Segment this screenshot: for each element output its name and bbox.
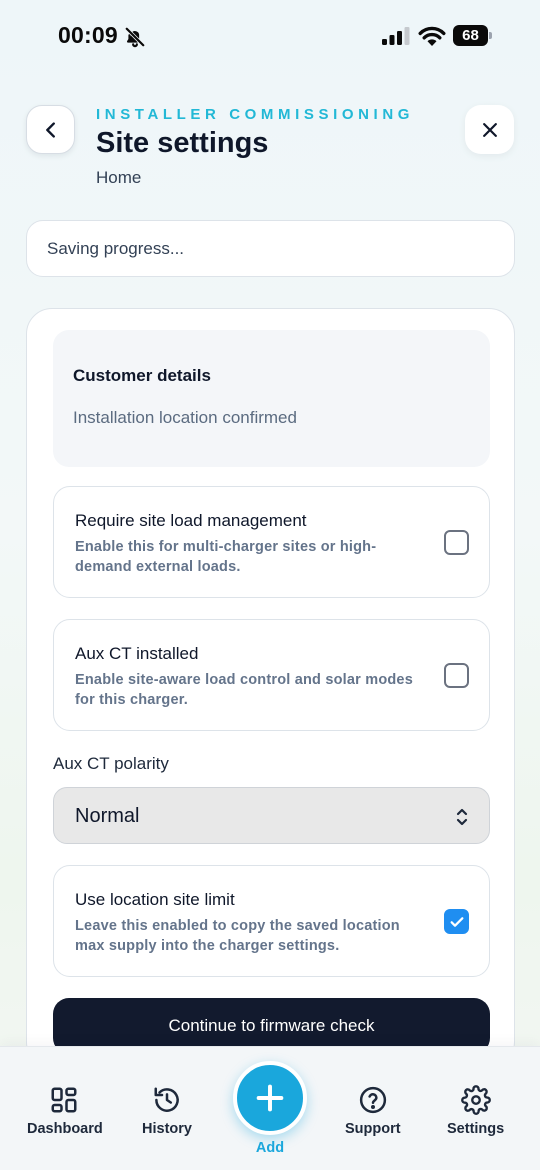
option-title: Use location site limit [75,890,235,909]
customer-details-title: Customer details [73,366,211,385]
aux-ct-polarity-select[interactable]: Normal [53,787,490,844]
settings-card: Customer details Installation location c… [26,308,515,1068]
close-icon [482,122,497,137]
battery-icon: 68 [453,25,493,46]
saving-progress-banner: Saving progress... [26,220,515,277]
add-button[interactable] [233,1061,307,1135]
option-description: Enable this for multi-charger sites or h… [75,539,377,575]
add-label[interactable]: Add [0,1140,540,1156]
chevron-left-icon [45,121,55,138]
saving-progress-text: Saving progress... [47,238,185,258]
close-button[interactable] [465,105,514,154]
gear-icon [461,1085,491,1115]
aux-ct-installed-checkbox[interactable] [444,663,469,688]
bell-off-icon [124,26,146,48]
option-title: Require site load management [75,511,307,530]
nav-label: History [142,1121,192,1137]
back-button[interactable] [26,105,75,154]
history-icon [154,1087,179,1112]
use-location-site-limit-option[interactable]: Use location site limit Leave this enabl… [53,865,490,977]
wifi-icon [418,26,446,46]
option-description: Leave this enabled to copy the saved loc… [75,918,400,954]
option-title: Aux CT installed [75,644,199,663]
option-description: Enable site-aware load control and solar… [75,672,413,708]
status-time: 00:09 [58,22,118,48]
select-value: Normal [75,805,140,827]
page-title: Site settings [96,127,269,159]
aux-ct-polarity-label: Aux CT polarity [53,754,169,773]
dashboard-icon [51,1087,77,1113]
customer-details-subtitle: Installation location confirmed [73,408,297,427]
use-location-site-limit-checkbox[interactable] [444,909,469,934]
checkmark-icon [450,916,463,927]
help-circle-icon [359,1086,387,1114]
section-eyebrow: INSTALLER COMMISSIONING [96,106,415,123]
nav-label: Support [345,1121,401,1137]
nav-label: Dashboard [27,1121,103,1137]
battery-level: 68 [453,25,488,46]
cellular-signal-icon [382,27,410,45]
status-bar: 00:09 68 [0,0,540,72]
aux-ct-installed-option[interactable]: Aux CT installed Enable site-aware load … [53,619,490,731]
nav-label: Settings [447,1121,505,1137]
chevron-up-down-icon [456,808,468,826]
plus-icon [256,1084,284,1112]
site-load-management-checkbox[interactable] [444,530,469,555]
page-subtitle: Home [96,168,142,187]
site-load-management-option[interactable]: Require site load management Enable this… [53,486,490,598]
customer-details-box: Customer details Installation location c… [53,330,490,467]
